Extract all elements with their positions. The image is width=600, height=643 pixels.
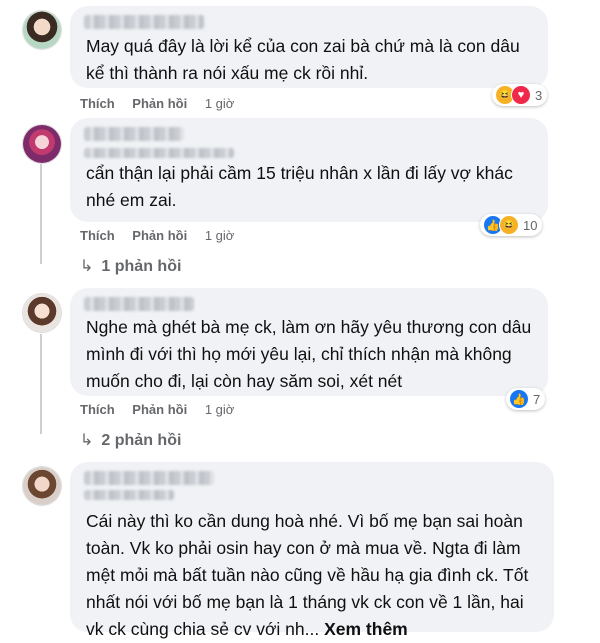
comment-text: May quá đây là lời kể của con zai bà chứ… xyxy=(86,36,520,83)
like-button[interactable]: Thích xyxy=(80,402,115,417)
comment-actions: Thích Phản hồi 1 giờ xyxy=(80,402,248,417)
avatar[interactable] xyxy=(22,10,62,50)
avatar[interactable] xyxy=(22,124,62,164)
reply-arrow-icon: ↳ xyxy=(80,258,94,275)
reaction-count: 3 xyxy=(535,87,543,103)
comment-time[interactable]: 1 giờ xyxy=(205,402,235,417)
haha-reaction-icon: 😆 xyxy=(499,215,519,235)
reply-button[interactable]: Phản hồi xyxy=(132,402,187,417)
reaction-summary[interactable]: 👍 7 xyxy=(506,388,546,410)
author-name-blurred[interactable] xyxy=(84,148,234,158)
comment-bubble: cẩn thận lại phải cầm 15 triệu nhân x lầ… xyxy=(70,118,548,222)
comment-bubble: Nghe mà ghét bà mẹ ck, làm ơn hãy yêu th… xyxy=(70,288,548,396)
author-name-blurred[interactable] xyxy=(84,297,194,311)
comment-actions: Thích Phản hồi 1 giờ xyxy=(80,96,248,111)
avatar[interactable] xyxy=(22,293,62,333)
reaction-count: 10 xyxy=(523,217,538,233)
view-replies-link[interactable]: ↳ 1 phản hồi xyxy=(80,256,181,276)
thread-line xyxy=(40,334,42,434)
comment-actions: Thích Phản hồi 1 giờ xyxy=(80,228,248,243)
avatar[interactable] xyxy=(22,466,62,506)
view-replies-link[interactable]: ↳ 2 phản hồi xyxy=(80,430,181,450)
reply-button[interactable]: Phản hồi xyxy=(132,96,187,111)
comment-bubble: May quá đây là lời kể của con zai bà chứ… xyxy=(70,6,548,88)
reply-button[interactable]: Phản hồi xyxy=(132,228,187,243)
comment-time[interactable]: 1 giờ xyxy=(205,228,235,243)
comment-bubble: Cái này thì ko cần dung hoà nhé. Vì bố m… xyxy=(70,462,554,639)
like-button[interactable]: Thích xyxy=(80,96,115,111)
like-button[interactable]: Thích xyxy=(80,228,115,243)
author-name-blurred[interactable] xyxy=(84,127,184,141)
comment-text: Nghe mà ghét bà mẹ ck, làm ơn hãy yêu th… xyxy=(86,317,532,391)
thread-line xyxy=(40,164,42,264)
reaction-summary[interactable]: 👍 😆 10 xyxy=(480,214,543,236)
love-reaction-icon: ♥ xyxy=(511,85,531,105)
author-name-blurred[interactable] xyxy=(84,15,204,29)
comment-text: cẩn thận lại phải cầm 15 triệu nhân x lầ… xyxy=(86,163,513,210)
reply-arrow-icon: ↳ xyxy=(80,432,94,449)
comment-time[interactable]: 1 giờ xyxy=(205,96,235,111)
comment-text: Cái này thì ko cần dung hoà nhé. Vì bố m… xyxy=(86,511,529,639)
author-name-blurred[interactable] xyxy=(84,471,214,485)
reaction-summary[interactable]: 😆 ♥ 3 xyxy=(492,84,548,106)
reaction-count: 7 xyxy=(533,391,541,407)
like-reaction-icon: 👍 xyxy=(509,389,529,409)
author-name-blurred[interactable] xyxy=(84,490,174,500)
see-more-link[interactable]: Xem thêm xyxy=(324,619,408,639)
